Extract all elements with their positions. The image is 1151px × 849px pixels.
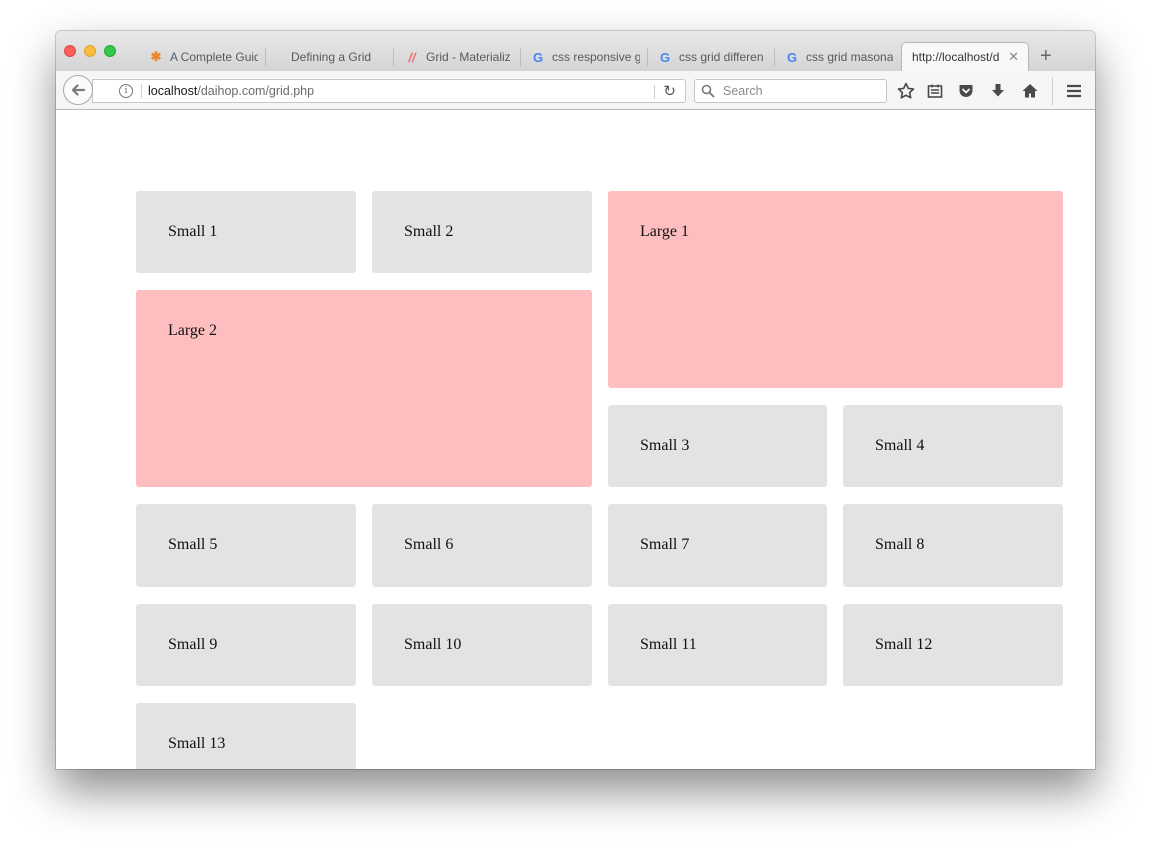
google-icon: G xyxy=(659,49,671,65)
grid-cell-large-1: Large 1 xyxy=(608,191,1063,388)
search-bar[interactable] xyxy=(694,79,887,103)
back-arrow-icon xyxy=(71,84,86,96)
cell-label: Small 11 xyxy=(640,636,697,653)
tab-label: A Complete Guid xyxy=(170,50,258,64)
back-button[interactable] xyxy=(63,75,93,105)
cell-label: Small 3 xyxy=(640,437,690,454)
grid-cell-small-5: Small 5 xyxy=(136,504,356,587)
grid-cell-small-2: Small 2 xyxy=(372,191,592,273)
tab-separator xyxy=(774,48,775,66)
url-divider xyxy=(654,85,655,99)
info-icon[interactable]: i xyxy=(119,84,133,98)
reading-list-icon[interactable] xyxy=(925,81,945,101)
cell-label: Large 1 xyxy=(640,223,690,240)
search-icon xyxy=(701,84,715,98)
tab-label: Grid - Materializ xyxy=(426,50,511,64)
window-close-button[interactable] xyxy=(64,45,76,57)
cell-label: Small 6 xyxy=(404,536,454,553)
cell-label: Small 12 xyxy=(875,636,933,653)
cell-label: Small 2 xyxy=(404,223,454,240)
tab-separator xyxy=(520,48,521,66)
reload-icon[interactable]: ↻ xyxy=(663,82,676,100)
google-icon: G xyxy=(532,49,544,65)
browser-window: ✱ A Complete Guid Defining a Grid // Gri… xyxy=(56,31,1095,769)
tab-label: http://localhost/d xyxy=(912,50,1000,64)
url-bar[interactable]: i localhost/daihop.com/grid.php ↻ xyxy=(92,79,686,103)
grid-cell-small-7: Small 7 xyxy=(608,504,827,587)
bookmark-star-icon[interactable] xyxy=(896,81,916,101)
new-tab-button[interactable]: + xyxy=(1040,46,1052,66)
cell-label: Small 5 xyxy=(168,536,218,553)
grid-cell-small-13: Small 13 xyxy=(136,703,356,769)
download-icon[interactable] xyxy=(988,81,1008,101)
close-icon[interactable]: ✕ xyxy=(1008,49,1019,65)
url-text[interactable]: localhost/daihop.com/grid.php xyxy=(148,84,314,98)
tab-label: Defining a Grid xyxy=(291,50,372,64)
tab-complete-guide[interactable]: ✱ A Complete Guid xyxy=(148,44,258,70)
grid-cell-small-12: Small 12 xyxy=(843,604,1063,686)
tab-label: css grid masona xyxy=(806,50,894,64)
cell-label: Small 9 xyxy=(168,636,218,653)
tab-strip: ✱ A Complete Guid Defining a Grid // Gri… xyxy=(56,31,1095,71)
page-content: Small 1 Small 2 Large 1 Large 2 Small 3 … xyxy=(56,110,1095,769)
tab-defining-a-grid[interactable]: Defining a Grid xyxy=(291,44,391,70)
grid-cell-small-9: Small 9 xyxy=(136,604,356,686)
navigation-toolbar: i localhost/daihop.com/grid.php ↻ xyxy=(56,71,1095,110)
cell-label: Small 10 xyxy=(404,636,462,653)
tab-localhost-active[interactable]: http://localhost/d ✕ xyxy=(901,42,1029,71)
materialize-icon: // xyxy=(408,49,416,65)
tab-label: css grid differen xyxy=(679,50,764,64)
grid-cell-small-10: Small 10 xyxy=(372,604,592,686)
window-minimize-button[interactable] xyxy=(84,45,96,57)
url-divider xyxy=(141,84,142,98)
asterisk-icon: ✱ xyxy=(150,49,162,64)
tab-materialize-grid[interactable]: // Grid - Materializ xyxy=(404,44,514,70)
search-input[interactable] xyxy=(721,83,875,99)
grid-cell-small-1: Small 1 xyxy=(136,191,356,273)
menu-icon[interactable] xyxy=(1064,81,1084,101)
window-maximize-button[interactable] xyxy=(104,45,116,57)
cell-label: Small 7 xyxy=(640,536,690,553)
cell-label: Small 1 xyxy=(168,223,218,240)
google-icon: G xyxy=(786,49,798,65)
grid-cell-small-11: Small 11 xyxy=(608,604,827,686)
cell-label: Small 4 xyxy=(875,437,925,454)
cell-label: Small 8 xyxy=(875,536,925,553)
grid-cell-small-4: Small 4 xyxy=(843,405,1063,487)
toolbar-separator xyxy=(1052,77,1053,105)
home-icon[interactable] xyxy=(1020,81,1040,101)
pocket-icon[interactable] xyxy=(956,81,976,101)
tab-css-responsive[interactable]: G css responsive g xyxy=(530,44,640,70)
cell-label: Small 13 xyxy=(168,735,226,752)
tab-css-grid-difference[interactable]: G css grid differen xyxy=(657,44,767,70)
url-path: /daihop.com/grid.php xyxy=(197,84,315,98)
grid-cell-large-2: Large 2 xyxy=(136,290,592,487)
grid-cell-small-3: Small 3 xyxy=(608,405,827,487)
url-host: localhost xyxy=(148,84,198,98)
grid-cell-small-8: Small 8 xyxy=(843,504,1063,587)
tab-separator xyxy=(265,48,266,66)
tab-separator xyxy=(393,48,394,66)
cell-label: Large 2 xyxy=(168,322,218,339)
tab-label: css responsive g xyxy=(552,50,640,64)
tab-separator xyxy=(647,48,648,66)
grid-cell-small-6: Small 6 xyxy=(372,504,592,587)
tab-css-grid-masonry[interactable]: G css grid masona xyxy=(784,44,894,70)
